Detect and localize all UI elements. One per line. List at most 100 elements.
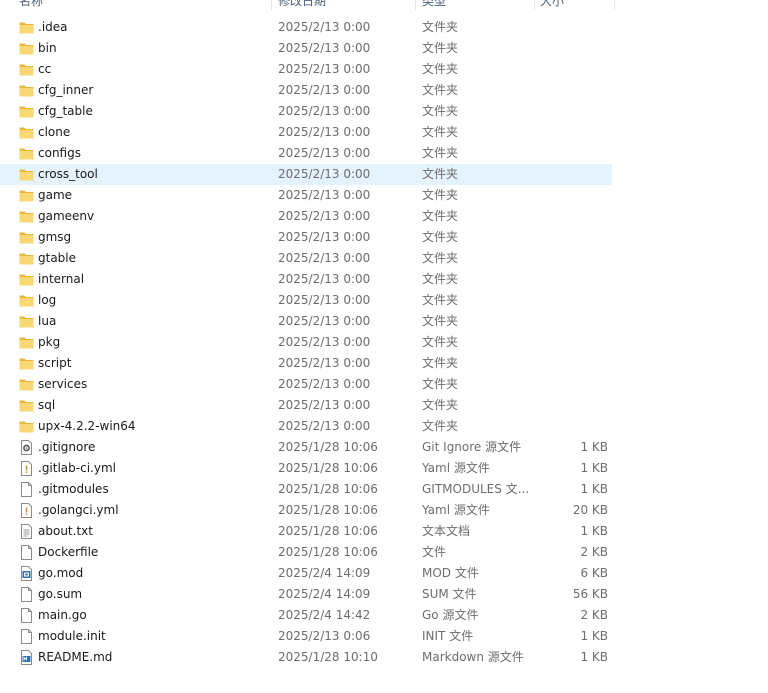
file-row[interactable]: pkg 2025/2/13 0:00 文件夹	[0, 332, 612, 353]
file-row[interactable]: .idea 2025/2/13 0:00 文件夹	[0, 17, 612, 38]
file-date-modified: 2025/2/13 0:00	[278, 272, 371, 286]
folder-icon	[19, 62, 34, 77]
file-size: 20 KB	[572, 503, 608, 517]
file-size	[536, 164, 608, 185]
blank-file-icon	[19, 587, 34, 602]
file-row[interactable]: cc 2025/2/13 0:00 文件夹	[0, 59, 612, 80]
file-row[interactable]: cfg_table 2025/2/13 0:00 文件夹	[0, 101, 612, 122]
file-date-modified: 2025/1/28 10:06	[278, 482, 378, 496]
file-type: 文件夹	[422, 419, 459, 433]
file-type: 文件夹	[422, 20, 459, 34]
file-size: 1 KB	[580, 650, 608, 664]
file-row[interactable]: log 2025/2/13 0:00 文件夹	[0, 290, 612, 311]
file-type: 文件夹	[422, 41, 459, 55]
file-date-modified: 2025/2/13 0:00	[278, 230, 371, 244]
file-row[interactable]: gtable 2025/2/13 0:00 文件夹	[0, 248, 612, 269]
file-size	[536, 206, 608, 227]
column-size-header[interactable]: 大小	[540, 0, 564, 10]
file-type: Yaml 源文件	[422, 503, 490, 517]
column-divider[interactable]	[534, 0, 535, 10]
file-date-modified: 2025/2/13 0:00	[278, 251, 371, 265]
file-type: 文件夹	[422, 167, 459, 181]
file-row[interactable]: module.init 2025/2/13 0:06 INIT 文件 1 KB	[0, 626, 612, 647]
markdown-file-icon	[19, 650, 34, 665]
column-divider[interactable]	[614, 0, 615, 10]
file-name: services	[38, 377, 88, 391]
file-row[interactable]: bin 2025/2/13 0:00 文件夹	[0, 38, 612, 59]
file-type: 文件夹	[422, 188, 459, 202]
file-row[interactable]: configs 2025/2/13 0:00 文件夹	[0, 143, 612, 164]
folder-icon	[19, 146, 34, 161]
file-row[interactable]: game 2025/2/13 0:00 文件夹	[0, 185, 612, 206]
file-name: main.go	[38, 608, 87, 622]
file-size: 1 KB	[580, 524, 608, 538]
file-row[interactable]: clone 2025/2/13 0:00 文件夹	[0, 122, 612, 143]
file-type: 文件夹	[422, 272, 459, 286]
file-date-modified: 2025/2/13 0:00	[278, 167, 371, 181]
file-type: 文件夹	[422, 83, 459, 97]
file-name: clone	[38, 125, 71, 139]
file-name: go.sum	[38, 587, 83, 601]
file-row[interactable]: gameenv 2025/2/13 0:00 文件夹	[0, 206, 612, 227]
file-date-modified: 2025/2/4 14:09	[278, 566, 371, 580]
file-name: .gitignore	[38, 440, 96, 454]
file-row[interactable]: .golangci.yml 2025/1/28 10:06 Yaml 源文件 20 K…	[0, 500, 612, 521]
file-size	[536, 269, 608, 290]
file-row[interactable]: .gitignore 2025/1/28 10:06 Git Ignore 源文件 1…	[0, 437, 612, 458]
file-row[interactable]: internal 2025/2/13 0:00 文件夹	[0, 269, 612, 290]
folder-icon	[19, 20, 34, 35]
file-type: INIT 文件	[422, 629, 474, 643]
file-name: .gitmodules	[38, 482, 109, 496]
file-type: SUM 文件	[422, 587, 477, 601]
file-name: cc	[38, 62, 52, 76]
file-date-modified: 2025/2/13 0:00	[278, 419, 371, 433]
file-row[interactable]: main.go 2025/2/4 14:42 Go 源文件 2 KB	[0, 605, 612, 626]
file-row[interactable]: upx-4.2.2-win64 2025/2/13 0:00 文件夹	[0, 416, 612, 437]
file-row[interactable]: about.txt 2025/1/28 10:06 文本文档 1 KB	[0, 521, 612, 542]
file-size	[536, 80, 608, 101]
file-name: upx-4.2.2-win64	[38, 419, 136, 433]
file-name: about.txt	[38, 524, 93, 538]
file-row[interactable]: cross_tool 2025/2/13 0:00 文件夹	[0, 164, 612, 185]
file-name: Dockerfile	[38, 545, 99, 559]
file-date-modified: 2025/2/13 0:00	[278, 356, 371, 370]
file-size	[536, 59, 608, 80]
folder-icon	[19, 398, 34, 413]
file-name: configs	[38, 146, 81, 160]
file-size	[536, 17, 608, 38]
file-row[interactable]: .gitlab-ci.yml 2025/1/28 10:06 Yaml 源文件 1 K…	[0, 458, 612, 479]
file-date-modified: 2025/1/28 10:06	[278, 545, 378, 559]
file-row[interactable]: gmsg 2025/2/13 0:00 文件夹	[0, 227, 612, 248]
file-row[interactable]: lua 2025/2/13 0:00 文件夹	[0, 311, 612, 332]
file-name: go.mod	[38, 566, 84, 580]
file-date-modified: 2025/1/28 10:06	[278, 524, 378, 538]
file-row[interactable]: services 2025/2/13 0:00 文件夹	[0, 374, 612, 395]
file-row[interactable]: go.mod 2025/2/4 14:09 MOD 文件 6 KB	[0, 563, 612, 584]
column-name-header[interactable]: 名称	[19, 0, 43, 10]
file-size: 6 KB	[580, 566, 608, 580]
file-row[interactable]: go.sum 2025/2/4 14:09 SUM 文件 56 KB	[0, 584, 612, 605]
file-row[interactable]: script 2025/2/13 0:00 文件夹	[0, 353, 612, 374]
file-row[interactable]: cfg_inner 2025/2/13 0:00 文件夹	[0, 80, 612, 101]
file-date-modified: 2025/2/13 0:00	[278, 83, 371, 97]
file-name: bin	[38, 41, 57, 55]
blank-file-icon	[19, 608, 34, 623]
column-date-header[interactable]: 修改日期	[278, 0, 326, 10]
folder-icon	[19, 83, 34, 98]
folder-icon	[19, 272, 34, 287]
column-type-header[interactable]: 类型	[422, 0, 446, 10]
file-type: Git Ignore 源文件	[422, 440, 522, 454]
blank-file-icon	[19, 629, 34, 644]
file-row[interactable]: Dockerfile 2025/1/28 10:06 文件 2 KB	[0, 542, 612, 563]
file-row[interactable]: .gitmodules 2025/1/28 10:06 GITMODULES 文..…	[0, 479, 612, 500]
file-explorer: 名称 修改日期 类型 大小 .idea 2025/2/13 0:00 文件夹 bin 2…	[0, 0, 768, 693]
file-size	[536, 374, 608, 395]
column-divider[interactable]	[415, 0, 416, 10]
file-size	[536, 101, 608, 122]
file-date-modified: 2025/2/13 0:00	[278, 20, 371, 34]
column-divider[interactable]	[271, 0, 272, 10]
folder-icon	[19, 125, 34, 140]
file-row[interactable]: sql 2025/2/13 0:00 文件夹	[0, 395, 612, 416]
file-date-modified: 2025/2/13 0:00	[278, 377, 371, 391]
file-row[interactable]: README.md 2025/1/28 10:10 Markdown 源文件 1 KB	[0, 647, 612, 668]
